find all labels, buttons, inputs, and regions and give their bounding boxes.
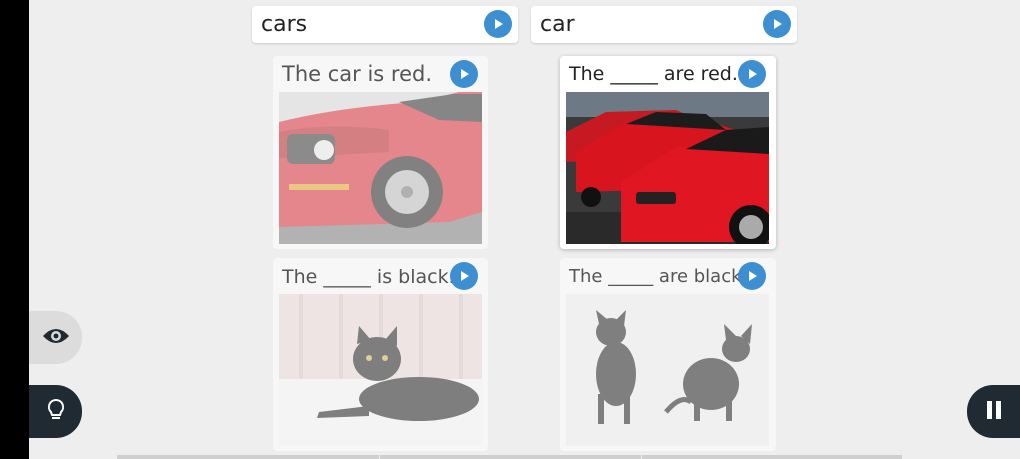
card-caption: The _____ is black. — [282, 266, 455, 288]
card-caption: The _____ are black. — [569, 266, 748, 287]
pause-button[interactable] — [967, 385, 1020, 438]
sentence-card[interactable]: The _____ are black. — [560, 258, 776, 451]
red-car-photo — [279, 92, 482, 244]
sentence-card[interactable]: The _____ is black. — [273, 258, 488, 451]
card-caption: The _____ are red. — [569, 63, 738, 85]
play-audio-icon[interactable] — [738, 60, 766, 88]
progress-bar — [117, 455, 902, 459]
left-edge-bar — [0, 0, 29, 459]
progress-divider — [379, 455, 380, 459]
reveal-button[interactable] — [29, 311, 82, 364]
word-option-car[interactable]: car — [531, 6, 797, 43]
play-audio-icon[interactable] — [763, 10, 791, 38]
lightbulb-icon — [47, 398, 65, 426]
pause-icon — [986, 400, 1002, 423]
red-cars-photo — [566, 92, 769, 244]
word-option-label: cars — [261, 12, 308, 37]
eye-icon — [42, 327, 70, 349]
play-audio-icon[interactable] — [738, 262, 766, 290]
sentence-card[interactable]: The car is red. — [273, 56, 488, 249]
sentence-card[interactable]: The _____ are red. — [560, 56, 776, 249]
card-caption: The car is red. — [282, 62, 433, 86]
progress-divider — [641, 455, 642, 459]
hint-button[interactable] — [29, 385, 82, 438]
black-cat-photo — [279, 294, 482, 446]
play-audio-icon[interactable] — [450, 262, 478, 290]
word-option-cars[interactable]: cars — [252, 6, 518, 43]
play-audio-icon[interactable] — [484, 10, 512, 38]
play-audio-icon[interactable] — [450, 60, 478, 88]
word-option-label: car — [540, 12, 575, 37]
two-black-cats-photo — [566, 294, 769, 446]
